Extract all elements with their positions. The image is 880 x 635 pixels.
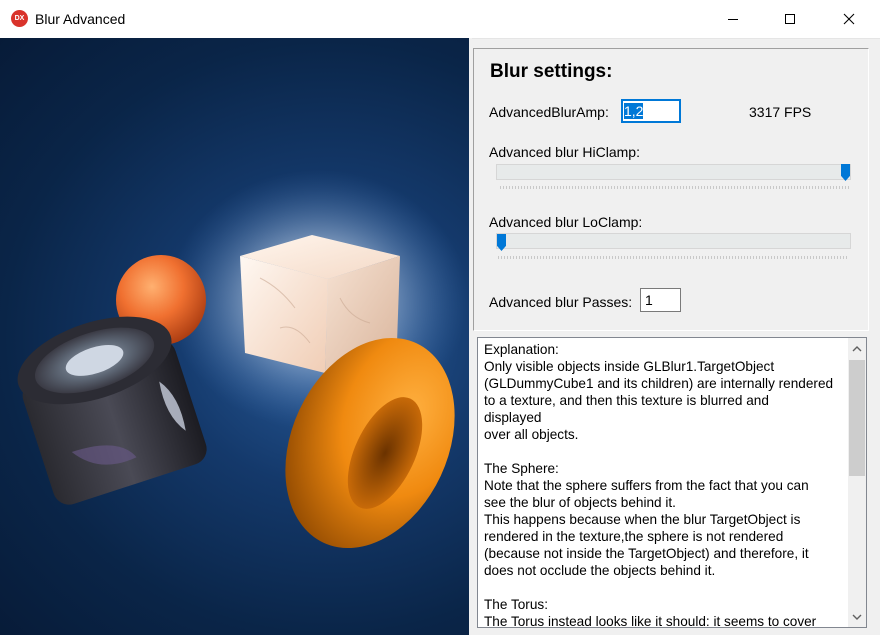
explanation-line: [484, 443, 841, 460]
explanation-line: Note that the sphere suffers from the fa…: [484, 478, 809, 493]
explanation-line: This happens because when the blur Targe…: [484, 512, 801, 527]
hiclamp-slider[interactable]: [496, 164, 851, 180]
scene-render: [17, 170, 468, 549]
loclamp-slider[interactable]: [496, 233, 851, 249]
explanation-line: Only visible objects inside GLBlur1.Targ…: [484, 359, 775, 374]
close-button[interactable]: [826, 0, 872, 38]
settings-title: Blur settings:: [490, 61, 613, 82]
chevron-down-icon: [852, 614, 862, 620]
fps-readout: 3317 FPS: [749, 104, 812, 120]
hiclamp-label: Advanced blur HiClamp:: [489, 144, 640, 160]
close-icon: [843, 13, 855, 25]
scroll-up-button[interactable]: [848, 340, 866, 358]
explanation-line: over all objects.: [484, 427, 579, 442]
maximize-button[interactable]: [767, 0, 813, 38]
explanation-line: (because not inside the TargetObject) an…: [484, 546, 809, 561]
amp-input[interactable]: 1,2: [621, 99, 681, 123]
explanation-line: (GLDummyCube1 and its children) are inte…: [484, 376, 834, 391]
scrollbar-thumb[interactable]: [849, 360, 865, 476]
passes-label: Advanced blur Passes:: [489, 294, 633, 310]
passes-input[interactable]: 1: [640, 288, 681, 312]
explanation-line: to a texture, and then this texture is b…: [484, 393, 769, 408]
splitter[interactable]: [469, 38, 472, 635]
scroll-down-button[interactable]: [848, 608, 866, 626]
app-logo-icon: DX: [11, 10, 28, 27]
loclamp-ticks: [498, 256, 848, 259]
explanation-line: see the blur of objects behind it.: [484, 495, 676, 510]
chevron-up-icon: [852, 346, 862, 352]
memo-scrollbar[interactable]: [848, 338, 866, 627]
explanation-line: [484, 579, 841, 596]
loclamp-label: Advanced blur LoClamp:: [489, 214, 643, 230]
explanation-line: The Torus:: [484, 597, 548, 612]
title-bar: DX Blur Advanced: [0, 0, 880, 39]
amp-value: 1,2: [624, 103, 644, 119]
scene-viewport[interactable]: [0, 38, 469, 635]
hiclamp-ticks: [500, 186, 850, 189]
explanation-line: rendered in the texture,the sphere is no…: [484, 529, 784, 544]
window-title: Blur Advanced: [35, 11, 126, 27]
explanation-line: displayed: [484, 410, 542, 425]
minimize-button[interactable]: [710, 0, 756, 38]
explanation-line: Explanation:: [484, 342, 559, 357]
explanation-text: Explanation: Only visible objects inside …: [484, 341, 841, 628]
maximize-icon: [785, 14, 795, 24]
explanation-line: The Sphere:: [484, 461, 559, 476]
explanation-line: The Torus instead looks like it should: …: [484, 614, 817, 628]
minimize-icon: [728, 19, 738, 20]
explanation-line: does not occlude the objects behind it.: [484, 563, 716, 578]
explanation-memo[interactable]: Explanation: Only visible objects inside …: [477, 337, 867, 628]
amp-label: AdvancedBlurAmp:: [489, 104, 609, 120]
blur-settings-panel: Blur settings: AdvancedBlurAmp: 1,2 3317…: [473, 48, 869, 331]
